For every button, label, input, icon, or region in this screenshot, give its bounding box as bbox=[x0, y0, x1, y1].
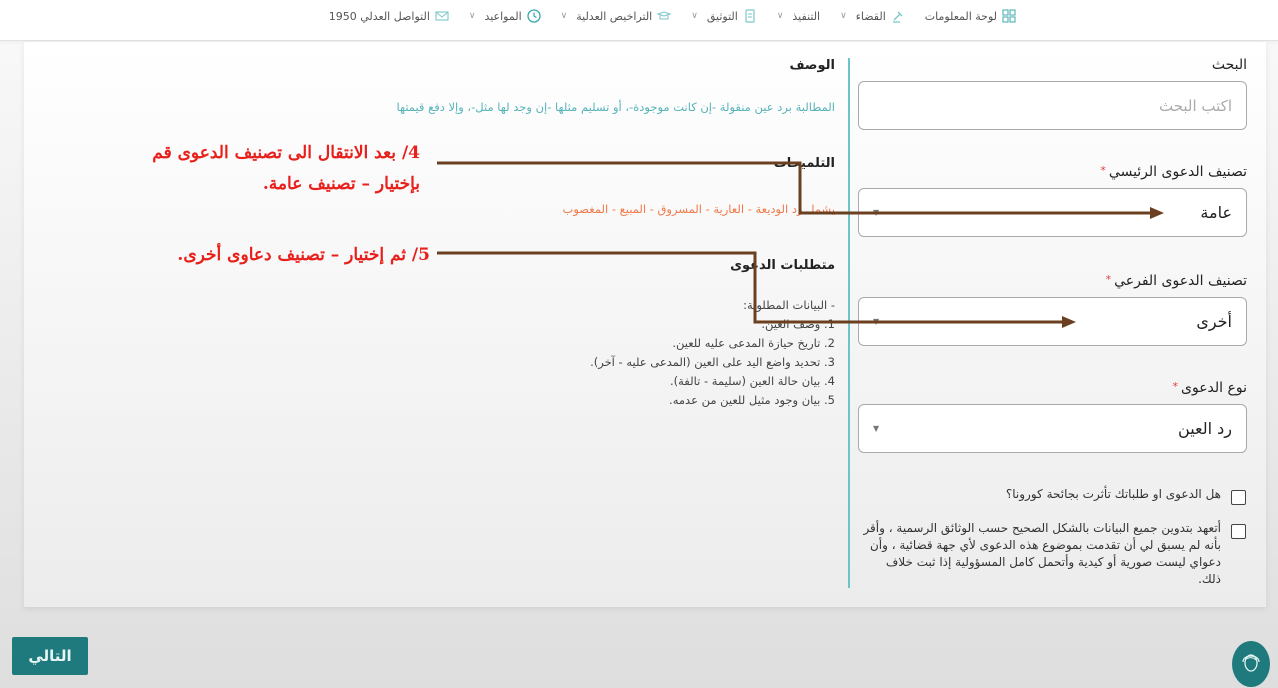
nav-label: لوحة المعلومات bbox=[924, 9, 997, 23]
dropdown-caret-icon: ▼ bbox=[873, 424, 880, 433]
annotation-step-4: 4/ بعد الانتقال الى تصنيف الدعوى قم بإخت… bbox=[60, 138, 420, 200]
license-icon bbox=[657, 9, 672, 23]
requirement-item: 1. وصف العين. bbox=[761, 317, 835, 331]
support-agent-icon bbox=[1240, 649, 1262, 679]
sub-category-label: تصنيف الدعوى الفرعي* bbox=[858, 273, 1247, 289]
nav-item-licenses[interactable]: التراخيص العدلية ∨ bbox=[561, 9, 672, 23]
case-type-value: رد العين bbox=[1178, 419, 1232, 438]
nav-label: التواصل العدلي 1950 bbox=[328, 9, 430, 23]
requirements-intro: - البيانات المطلوبة: bbox=[743, 298, 835, 312]
requirements-title-wrap: متطلبات الدعوى bbox=[730, 258, 835, 273]
main-category-select[interactable]: عامة ▼ bbox=[858, 188, 1247, 237]
column-divider bbox=[848, 58, 850, 588]
next-button[interactable]: التالي bbox=[12, 637, 88, 675]
nav-label: التوثيق bbox=[706, 9, 738, 23]
nav-item-dashboard[interactable]: لوحة المعلومات bbox=[925, 9, 1016, 23]
required-mark: * bbox=[1105, 273, 1112, 286]
pledge-checkbox-row[interactable]: أتعهد بتدوين جميع البيانات بالشكل الصحيح… bbox=[846, 520, 1246, 588]
main-category-group: تصنيف الدعوى الرئيسي* عامة ▼ bbox=[858, 164, 1247, 237]
chevron-down-icon: ∨ bbox=[560, 11, 568, 21]
description-title: الوصف bbox=[789, 58, 835, 73]
mail-icon bbox=[435, 9, 449, 23]
clock-icon bbox=[526, 9, 541, 23]
main-category-value: عامة bbox=[1200, 203, 1232, 222]
annotation-step-4-line-2: بإختيار – تصنيف عامة. bbox=[262, 174, 420, 194]
covid-checkbox-row[interactable]: هل الدعوى او طلباتك تأثرت بجائحة كورونا؟ bbox=[846, 486, 1246, 505]
nav-item-notarization[interactable]: التوثيق ∨ bbox=[691, 9, 757, 23]
required-mark: * bbox=[1100, 164, 1106, 177]
annotation-step-4-line-1: 4/ بعد الانتقال الى تصنيف الدعوى قم bbox=[152, 143, 420, 163]
covid-checkbox-label: هل الدعوى او طلباتك تأثرت بجائحة كورونا؟ bbox=[1005, 487, 1221, 501]
chevron-down-icon: ∨ bbox=[776, 11, 784, 21]
dropdown-caret-icon: ▼ bbox=[873, 208, 880, 217]
annotation-step-5: 5/ ثم إختيار – تصنيف دعاوى أخرى. bbox=[60, 240, 430, 271]
nav-label: التراخيص العدلية bbox=[576, 9, 653, 23]
covid-checkbox[interactable] bbox=[1231, 490, 1246, 505]
sub-category-select[interactable]: أخرى ▼ bbox=[858, 297, 1247, 346]
search-label: البحث bbox=[1211, 57, 1247, 73]
gavel-icon bbox=[891, 9, 905, 23]
pledge-checkbox-label: أتعهد بتدوين جميع البيانات بالشكل الصحيح… bbox=[863, 521, 1221, 586]
description-text: المطالبة برد عين منقولة -إن كانت موجودة-… bbox=[396, 100, 835, 114]
pledge-checkbox[interactable] bbox=[1231, 524, 1246, 539]
case-type-select[interactable]: رد العين ▼ bbox=[858, 404, 1247, 453]
nav-label: المواعيد bbox=[484, 9, 522, 23]
search-box bbox=[858, 81, 1247, 130]
description-text-wrap: المطالبة برد عين منقولة -إن كانت موجودة-… bbox=[335, 100, 835, 114]
search-input[interactable] bbox=[873, 96, 1232, 115]
requirement-item: 5. بيان وجود مثيل للعين من عدمه. bbox=[669, 393, 835, 407]
nav-item-enforcement[interactable]: التنفيذ ∨ bbox=[777, 10, 820, 23]
sub-category-value: أخرى bbox=[1196, 312, 1232, 331]
requirement-item: 2. تاريخ حيازة المدعى عليه للعين. bbox=[672, 336, 835, 350]
chevron-down-icon: ∨ bbox=[691, 11, 698, 21]
case-type-label: نوع الدعوى* bbox=[858, 380, 1247, 396]
dropdown-caret-icon: ▼ bbox=[873, 317, 880, 326]
chevron-down-icon: ∨ bbox=[468, 11, 476, 21]
requirements-list: - البيانات المطلوبة: 1. وصف العين. 2. تا… bbox=[535, 296, 835, 410]
nav-label: التنفيذ bbox=[792, 9, 821, 23]
nav-item-judiciary[interactable]: القضاء ∨ bbox=[840, 9, 905, 23]
hints-text: يشمل رد الوديعة - العارية - المسروق - ال… bbox=[562, 202, 835, 216]
nav-label: القضاء bbox=[855, 9, 886, 23]
requirements-heading: متطلبات الدعوى bbox=[730, 258, 835, 273]
nav-item-contact-1950[interactable]: التواصل العدلي 1950 bbox=[329, 9, 449, 23]
case-type-group: نوع الدعوى* رد العين ▼ bbox=[858, 380, 1247, 453]
main-category-label: تصنيف الدعوى الرئيسي* bbox=[858, 164, 1247, 180]
description-heading: الوصف bbox=[789, 58, 835, 73]
main-category-label-text: تصنيف الدعوى الرئيسي bbox=[1108, 164, 1247, 180]
nav-menu: لوحة المعلومات القضاء ∨ التنفيذ ∨ التوثي… bbox=[309, 5, 1016, 27]
document-icon bbox=[743, 9, 757, 23]
top-navigation: لوحة المعلومات القضاء ∨ التنفيذ ∨ التوثي… bbox=[0, 0, 1278, 41]
hints-heading: التلميحات bbox=[773, 156, 835, 171]
sub-category-label-text: تصنيف الدعوى الفرعي bbox=[1114, 273, 1247, 289]
requirement-item: 3. تحديد واضع اليد على العين (المدعى علي… bbox=[590, 355, 835, 369]
required-mark: * bbox=[1172, 380, 1179, 393]
chevron-down-icon: ∨ bbox=[840, 11, 847, 21]
annotation-step-5-text: 5/ ثم إختيار – تصنيف دعاوى أخرى. bbox=[177, 245, 430, 265]
requirement-item: 4. بيان حالة العين (سليمة - تالفة). bbox=[670, 374, 835, 388]
nav-item-appointments[interactable]: المواعيد ∨ bbox=[469, 9, 541, 23]
dashboard-icon bbox=[1002, 9, 1016, 23]
support-button[interactable] bbox=[1232, 641, 1270, 687]
case-type-label-text: نوع الدعوى bbox=[1181, 380, 1247, 396]
hints-title-wrap: التلميحات bbox=[774, 156, 835, 171]
hints-text-wrap: يشمل رد الوديعة - العارية - المسروق - ال… bbox=[535, 202, 835, 216]
search-field-group: البحث bbox=[858, 57, 1247, 130]
sub-category-group: تصنيف الدعوى الفرعي* أخرى ▼ bbox=[858, 273, 1247, 346]
